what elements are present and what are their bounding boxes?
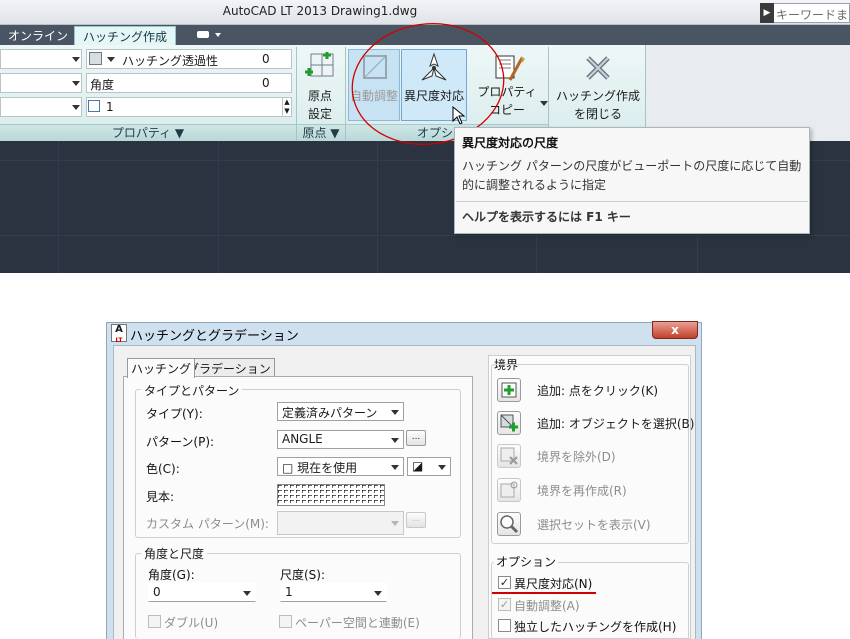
remove-boundaries-icon[interactable] xyxy=(497,444,521,468)
associative-option-label: 自動調整(A) xyxy=(514,599,580,613)
tooltip-body-line2: 的に調整されるように指定 xyxy=(462,178,607,192)
angle-label: 角度 xyxy=(90,78,115,92)
hatch-type-combo[interactable] xyxy=(0,49,82,69)
tab-hatch[interactable]: ハッチング xyxy=(127,358,196,378)
transparency-type-icon[interactable] xyxy=(89,52,102,65)
close-hatch-line1[interactable]: ハッチング作成 xyxy=(552,87,644,105)
add-pick-points-icon[interactable] xyxy=(497,378,521,402)
angle-value: 0 xyxy=(153,585,161,599)
type-label: タイプ(Y): xyxy=(146,407,203,421)
transparency-label: ハッチング透過性 xyxy=(122,54,219,68)
scale-label: 尺度(S): xyxy=(280,568,326,582)
separate-hatches-checkbox[interactable] xyxy=(498,619,511,632)
scale-value: 1 xyxy=(285,585,293,599)
color-combo[interactable]: □ 現在を使用 xyxy=(277,457,404,476)
window-title: AutoCAD LT 2013 Drawing1.dwg xyxy=(222,4,418,18)
tooltip-divider xyxy=(456,201,808,202)
custom-pattern-label: カスタム パターン(M): xyxy=(146,517,269,531)
chevron-down-icon[interactable] xyxy=(540,101,548,106)
type-combo[interactable]: 定義済みパターン xyxy=(277,402,404,421)
tooltip-body-line1: ハッチング パターンの尺度がビューポートの尺度に応じて自動 xyxy=(462,159,802,173)
tooltip-help: ヘルプを表示するには F1 キー xyxy=(462,210,631,224)
custom-pattern-combo[interactable] xyxy=(277,511,404,535)
ribbon-minimize-icon[interactable] xyxy=(194,28,224,44)
tooltip-title: 異尺度対応の尺度 xyxy=(462,136,559,150)
double-checkbox[interactable] xyxy=(148,615,161,628)
scale-icon xyxy=(88,100,100,112)
scale-spinner[interactable]: ▲ ▼ xyxy=(282,98,291,116)
search-placeholder: キーワードまた xyxy=(776,8,850,22)
angle-combo[interactable]: 0 xyxy=(148,583,256,602)
close-button[interactable]: x xyxy=(652,321,698,339)
scale-field[interactable] xyxy=(86,97,292,117)
color-value: □ 現在を使用 xyxy=(282,461,358,475)
close-hatch-icon[interactable] xyxy=(584,56,612,80)
autocad-lt-icon: A LT xyxy=(111,324,127,344)
associative-checkbox[interactable]: ✓ xyxy=(498,598,511,611)
hatch-bg-color-combo[interactable] xyxy=(0,97,82,117)
pattern-browse-button[interactable]: ... xyxy=(406,430,426,446)
paper-space-label: ペーパー空間と連動(E) xyxy=(295,616,420,630)
origin-panel-footer[interactable]: 原点 ▼ xyxy=(297,124,345,141)
type-value: 定義済みパターン xyxy=(282,406,378,420)
add-select-objects-icon[interactable] xyxy=(497,411,521,435)
angle-value: 0 xyxy=(262,76,270,90)
scale-combo[interactable]: 1 xyxy=(280,583,387,602)
transparency-value: 0 xyxy=(262,52,270,66)
annotative-checkbox[interactable]: ✓ xyxy=(498,576,511,589)
pattern-label: パターン(P): xyxy=(146,435,215,449)
tab-online[interactable]: オンライン xyxy=(0,26,76,45)
close-hatch-line2[interactable]: を閉じる xyxy=(552,105,644,123)
separate-hatches-label: 独立したハッチングを作成(H) xyxy=(514,620,677,634)
search-expand-icon[interactable]: ▶ xyxy=(760,3,774,23)
set-origin-line1[interactable]: 原点 xyxy=(300,87,340,105)
pattern-combo[interactable]: ANGLE xyxy=(277,430,404,449)
swatch-label: 見本: xyxy=(146,490,175,504)
add-pick-points-label[interactable]: 追加: 点をクリック(K) xyxy=(537,382,658,399)
chevron-down-icon[interactable] xyxy=(107,57,115,62)
angle-scale-title: 角度と尺度 xyxy=(141,545,208,562)
hatch-color-combo[interactable] xyxy=(0,73,82,93)
tab-gradient[interactable]: グラデーション xyxy=(183,358,275,377)
color-label: 色(C): xyxy=(146,462,180,476)
bg-color-value: ◪ xyxy=(412,459,424,473)
add-select-objects-label[interactable]: 追加: オブジェクトを選択(B) xyxy=(537,415,694,432)
recreate-boundary-label[interactable]: 境界を再作成(R) xyxy=(537,482,627,499)
custom-pattern-browse-button[interactable]: ... xyxy=(406,512,426,528)
paper-space-checkbox[interactable] xyxy=(279,615,292,628)
view-selections-label[interactable]: 選択セットを表示(V) xyxy=(537,516,651,533)
type-pattern-title: タイプとパターン xyxy=(141,382,243,399)
recreate-boundary-icon[interactable] xyxy=(497,478,521,502)
remove-boundaries-label[interactable]: 境界を除外(D) xyxy=(537,448,616,465)
set-origin-icon[interactable] xyxy=(303,51,335,84)
properties-panel-footer[interactable]: プロパティ ▼ xyxy=(0,124,296,141)
bg-color-combo[interactable]: ◪ xyxy=(407,457,451,476)
annotative-option-label: 異尺度対応(N) xyxy=(514,577,593,591)
angle-label: 角度(G): xyxy=(148,568,195,582)
dialog-title: ハッチングとグラデーション xyxy=(130,329,299,344)
double-label: ダブル(U) xyxy=(164,616,219,630)
tab-hatch-creation[interactable]: ハッチング作成 xyxy=(74,26,177,45)
grid-line xyxy=(0,235,850,236)
scale-value: 1 xyxy=(106,100,114,114)
set-origin-line2[interactable]: 設定 xyxy=(300,105,340,123)
options-title: オプション xyxy=(494,553,559,570)
view-selections-icon[interactable] xyxy=(497,512,521,536)
pattern-swatch[interactable] xyxy=(277,484,385,506)
pattern-value: ANGLE xyxy=(282,432,323,446)
annotation-underline xyxy=(492,592,596,594)
